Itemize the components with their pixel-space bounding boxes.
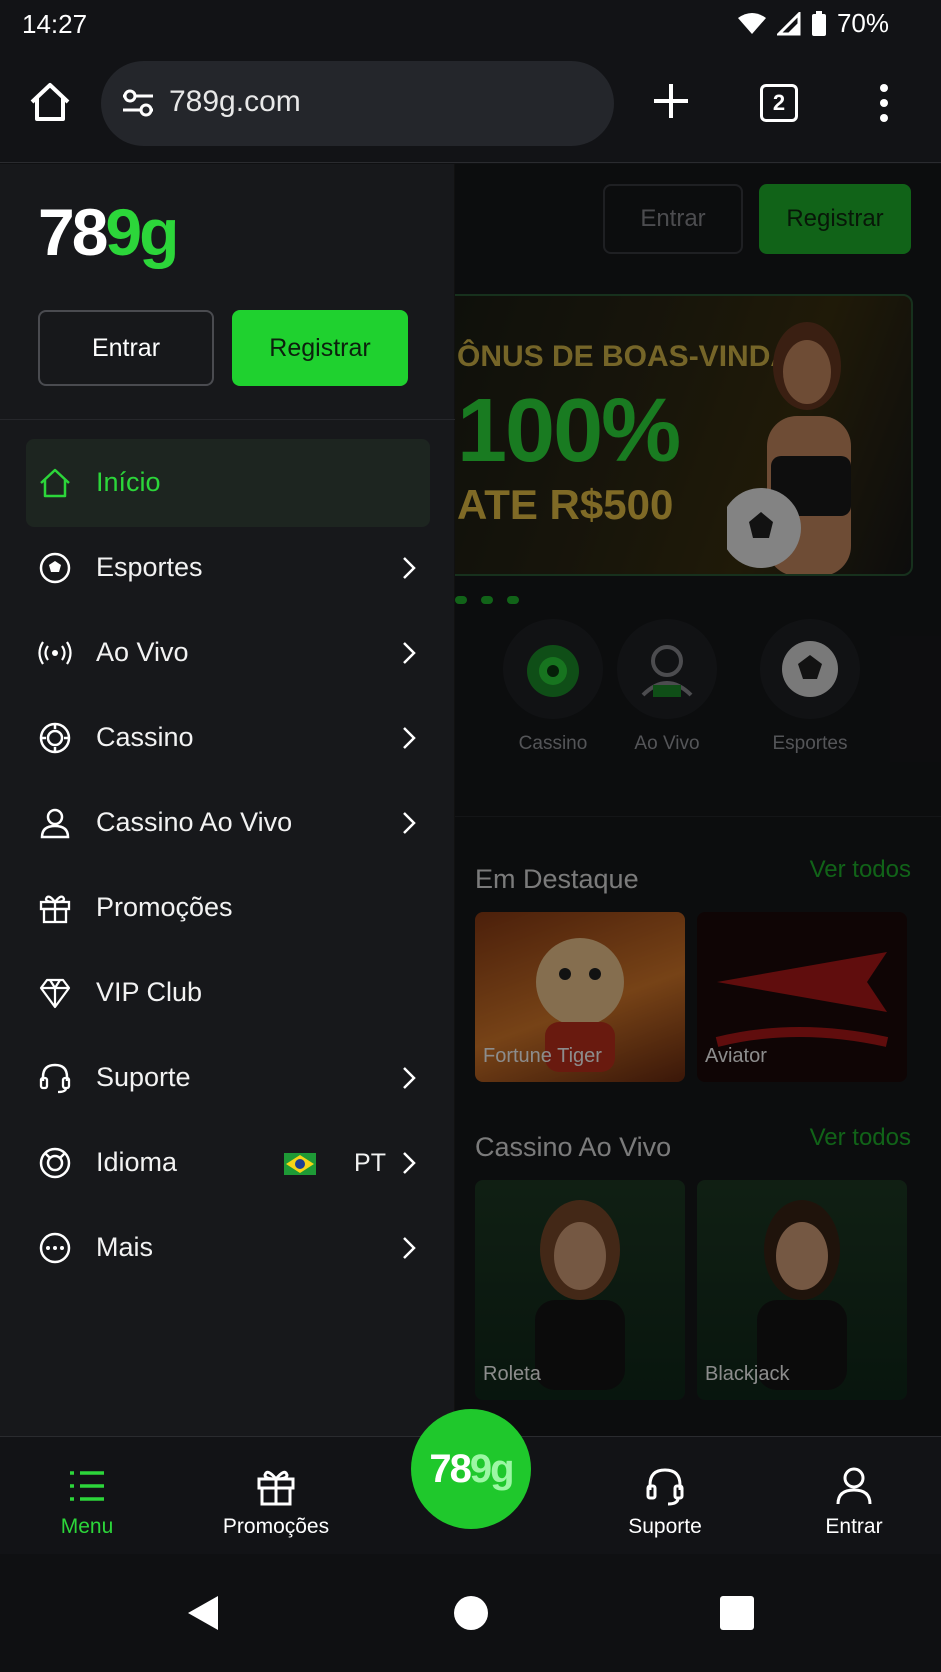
game-card[interactable]: Blackjack [697, 1180, 907, 1400]
address-bar[interactable]: 789g.com [101, 61, 614, 146]
banner-amount: ATE R$500 [457, 481, 674, 528]
system-navigation-bar [0, 1554, 941, 1672]
featured-section-title: Em Destaque [475, 864, 639, 894]
brand-logo[interactable]: 789g [38, 194, 179, 270]
welcome-bonus-banner[interactable]: ÔNUS DE BOAS-VINDAS 100% ATE R$500 [455, 294, 913, 576]
side-drawer: 789g Entrar Registrar Início Esportes Ao… [0, 164, 455, 1436]
featured-see-all-link[interactable]: Ver todos [810, 856, 911, 884]
tab-switcher-button[interactable]: 2 [760, 84, 798, 122]
wifi-icon [737, 12, 766, 34]
back-icon[interactable] [186, 1594, 220, 1632]
banner-pagination [455, 596, 519, 604]
url-text: 789g.com [169, 85, 301, 118]
home-logo-button[interactable]: 789g [411, 1409, 531, 1529]
chevron-right-icon [403, 1237, 416, 1259]
live-casino-see-all-link[interactable]: Ver todos [810, 1124, 911, 1152]
recent-apps-icon[interactable] [720, 1596, 754, 1630]
chevron-right-icon [403, 727, 416, 749]
more-options-icon[interactable] [872, 83, 896, 123]
headset-icon [39, 1063, 71, 1094]
gift-icon [39, 895, 71, 924]
browser-toolbar: 789g.com 2 [0, 50, 941, 163]
menu-item-inicio[interactable]: Início [26, 439, 430, 527]
casino-category-icon [503, 619, 603, 719]
menu-item-mais[interactable]: Mais [26, 1204, 430, 1292]
login-button[interactable]: Entrar [38, 310, 214, 386]
new-tab-icon[interactable] [650, 80, 692, 122]
nav-menu[interactable]: Menu [12, 1465, 162, 1539]
status-time: 14:27 [22, 9, 88, 39]
menu-item-cassino[interactable]: Cassino [26, 694, 430, 782]
brazil-flag-icon [284, 1153, 316, 1175]
chevron-right-icon [403, 1152, 416, 1174]
menu-item-ao-vivo[interactable]: Ao Vivo [26, 609, 430, 697]
game-card[interactable]: Roleta [475, 1180, 685, 1400]
live-casino-section-title: Cassino Ao Vivo [475, 1132, 672, 1162]
more-icon [39, 1232, 71, 1264]
menu-item-esportes[interactable]: Esportes [26, 524, 430, 612]
sports-category-icon [760, 619, 860, 719]
header-login-button[interactable]: Entrar [603, 184, 743, 254]
home-icon [40, 468, 70, 498]
battery-icon [811, 10, 826, 36]
soccer-ball-icon [39, 552, 71, 584]
menu-list-icon [70, 1471, 104, 1501]
menu-item-vip-club[interactable]: VIP Club [26, 949, 430, 1037]
header-register-button[interactable]: Registrar [759, 184, 911, 254]
browser-home-icon[interactable] [28, 80, 72, 124]
site-settings-icon[interactable] [121, 86, 155, 120]
menu-item-idioma[interactable]: Idioma PT [26, 1119, 430, 1207]
battery-level: 70% [836, 8, 889, 38]
menu-item-promocoes[interactable]: Promoções [26, 864, 430, 952]
chevron-right-icon [403, 1067, 416, 1089]
category-cassino[interactable]: Cassino [498, 619, 608, 755]
chevron-right-icon [403, 642, 416, 664]
casino-chip-icon [39, 722, 71, 754]
broadcast-icon [38, 641, 72, 665]
gift-icon [257, 1470, 295, 1506]
language-code: PT [354, 1149, 386, 1177]
user-icon [836, 1467, 872, 1505]
nav-suporte[interactable]: Suporte [590, 1465, 740, 1539]
headset-icon [646, 1468, 684, 1506]
category-ao-vivo[interactable]: Ao Vivo [612, 619, 722, 755]
menu-item-suporte[interactable]: Suporte [26, 1034, 430, 1122]
background-page: Entrar Registrar ÔNUS DE BOAS-VINDAS 100… [455, 164, 941, 1436]
chevron-right-icon [403, 812, 416, 834]
nav-promocoes[interactable]: Promoções [201, 1465, 351, 1539]
game-card[interactable]: Fortune Tiger [475, 912, 685, 1082]
person-icon [40, 808, 70, 839]
menu-item-cassino-ao-vivo[interactable]: Cassino Ao Vivo [26, 779, 430, 867]
nav-entrar[interactable]: Entrar [779, 1465, 929, 1539]
game-card[interactable]: Aviator [697, 912, 907, 1082]
home-circle-icon[interactable] [454, 1596, 488, 1630]
category-esportes[interactable]: Esportes [755, 619, 865, 755]
banner-model-image [727, 322, 851, 574]
language-icon [39, 1147, 71, 1179]
status-bar: 14:27 70% [0, 0, 941, 50]
signal-icon [776, 11, 801, 35]
live-category-icon [617, 619, 717, 719]
diamond-icon [39, 978, 71, 1009]
chevron-right-icon [403, 557, 416, 579]
banner-percentage: 100% [457, 381, 681, 481]
register-button[interactable]: Registrar [232, 310, 408, 386]
